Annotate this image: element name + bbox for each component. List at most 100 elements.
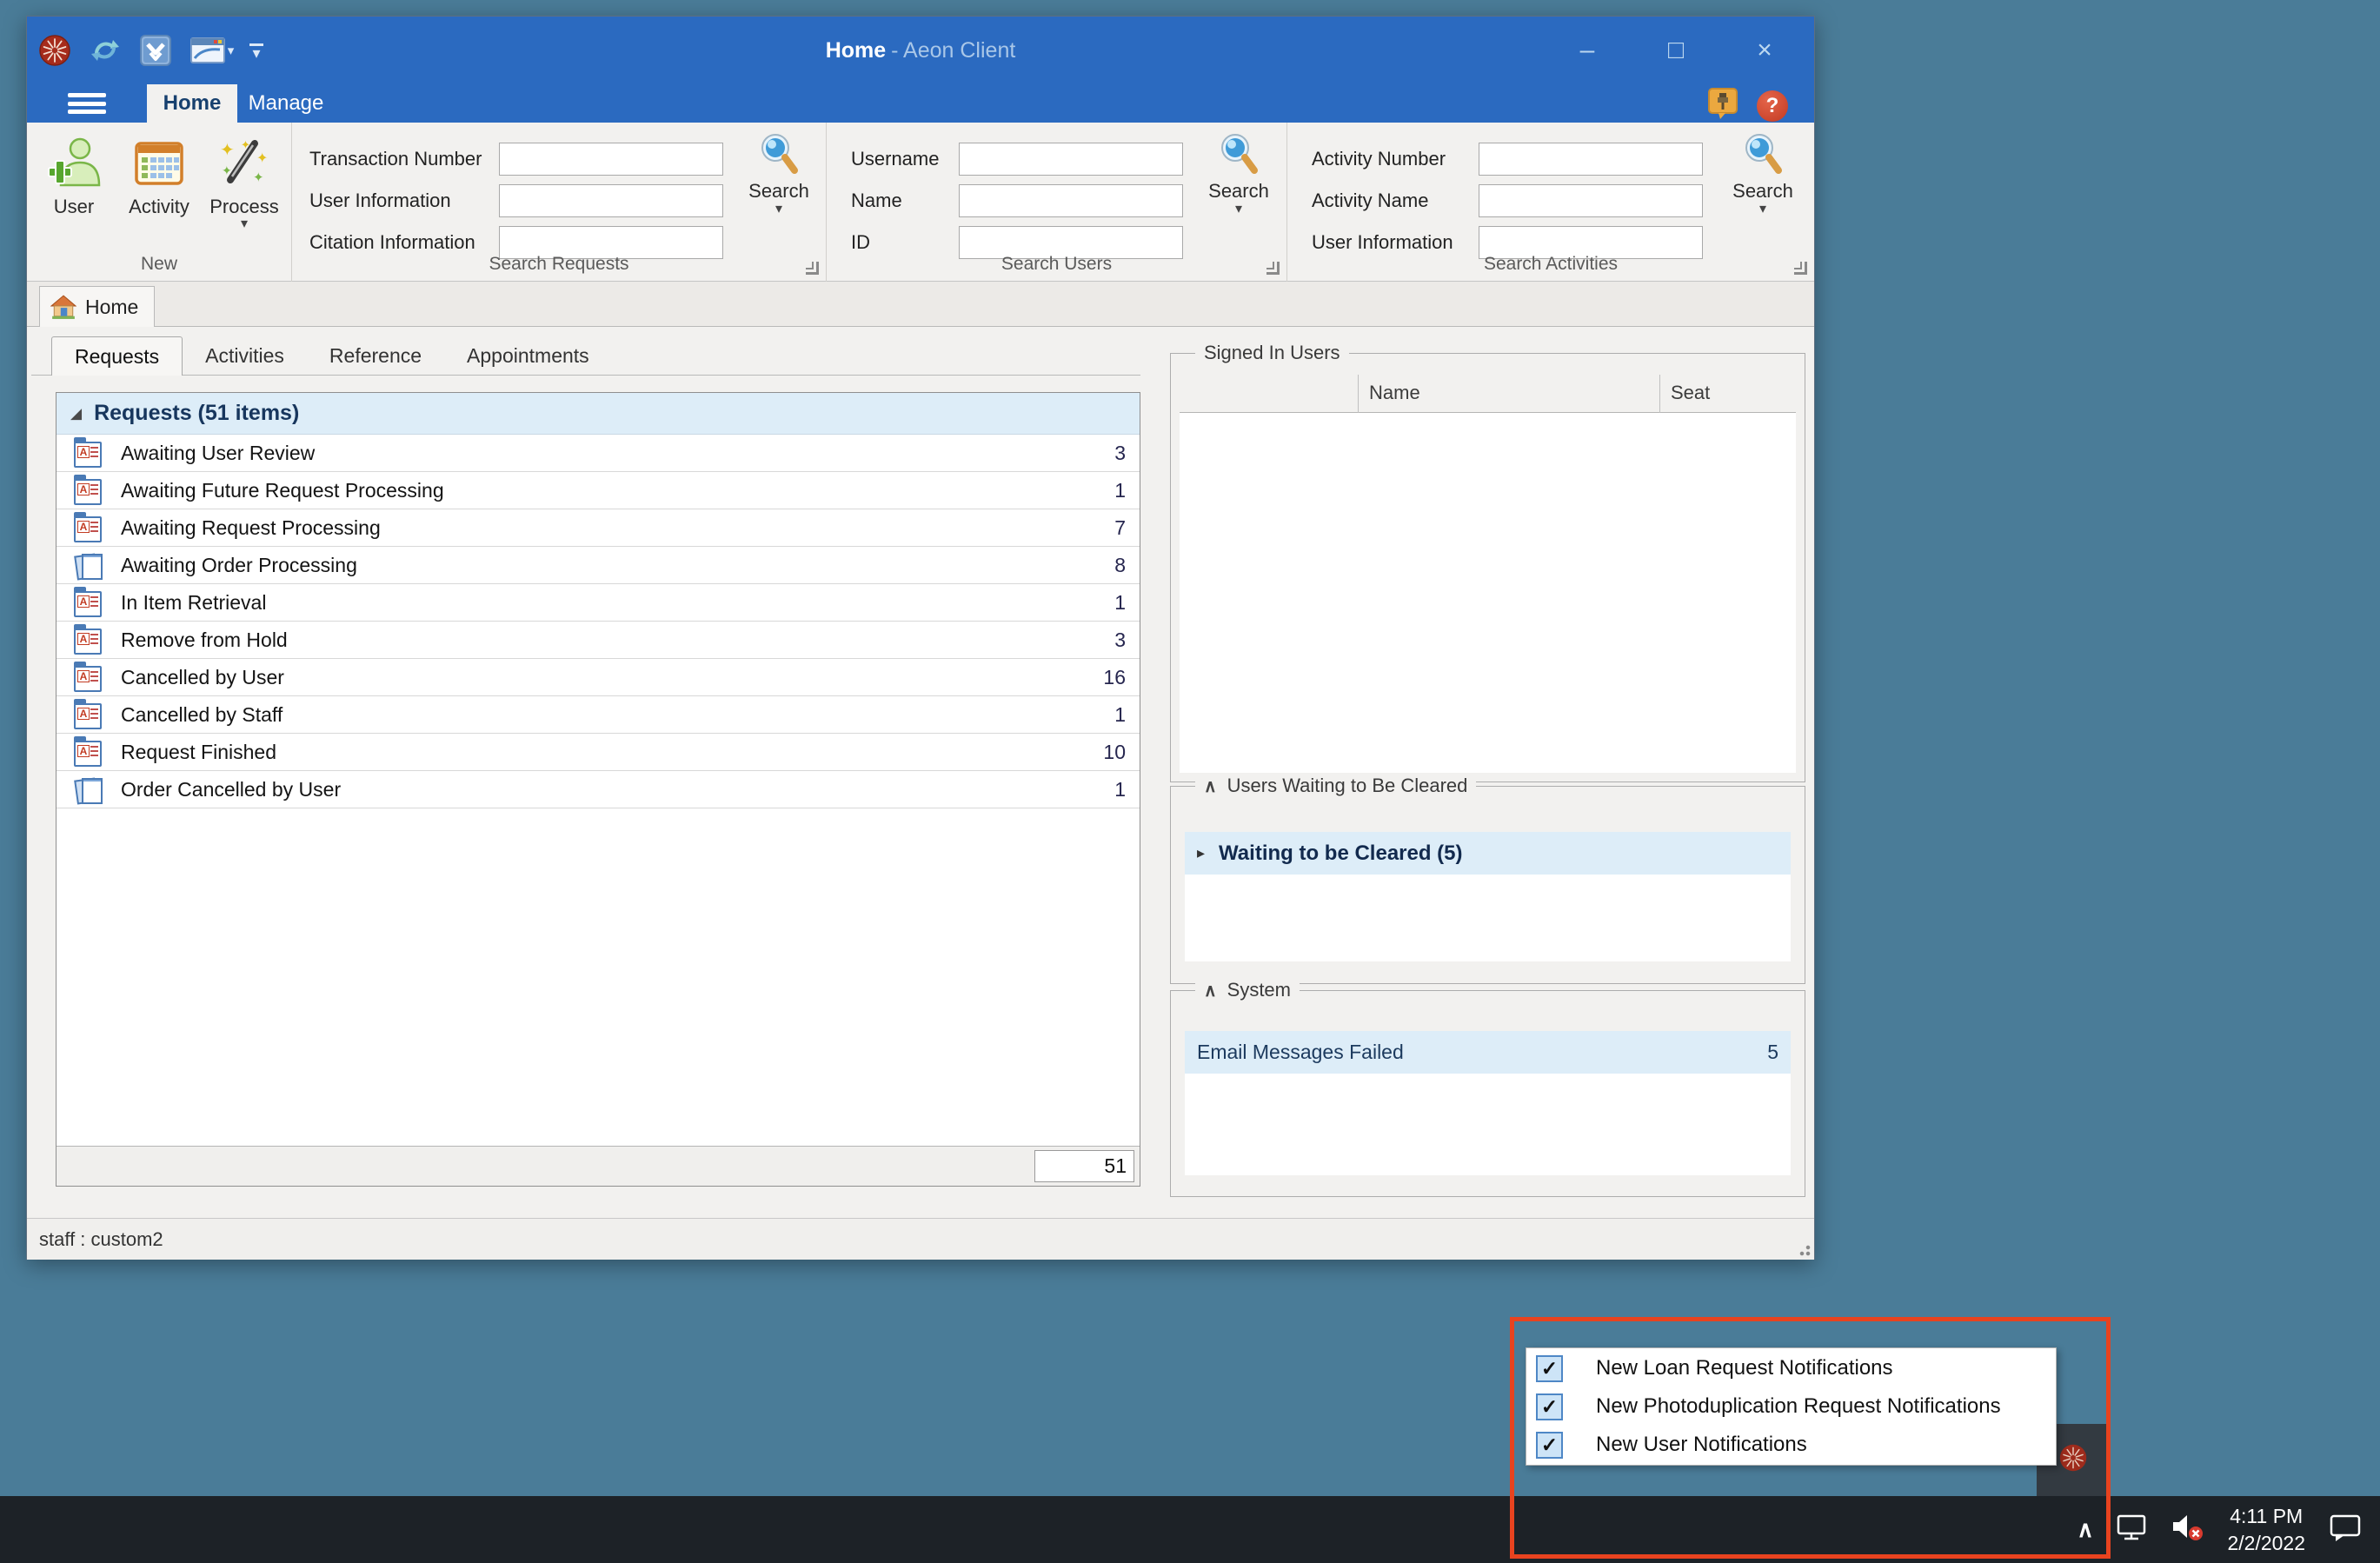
group-label-new: New (27, 254, 291, 280)
dialog-launcher-icon[interactable] (806, 262, 819, 275)
taskbar: ∧ 4:11 PM 2/2/2022 (0, 1496, 2380, 1563)
tray-overflow-chevron-icon[interactable]: ∧ (2077, 1516, 2093, 1543)
collapse-chevron-icon[interactable]: ∧ (1204, 980, 1217, 1001)
list-item[interactable]: A Awaiting User Review3 (57, 435, 1140, 472)
collapse-triangle-icon: ◢ (70, 405, 82, 422)
dropdown-arrow-icon: ▾ (228, 43, 235, 58)
checkbox-checked-icon[interactable]: ✓ (1536, 1432, 1563, 1459)
aeon-tray-icon[interactable] (2058, 1443, 2088, 1477)
tab-activities[interactable]: Activities (183, 336, 307, 376)
ribbon-tab-strip: Home Manage ? (27, 84, 1814, 123)
system-body (1185, 1074, 1791, 1175)
window-title: Home - Aeon Client (27, 17, 1814, 84)
system-panel: ∧ System Email Messages Failed 5 (1170, 990, 1805, 1197)
request-queue-icon: A (74, 703, 102, 729)
ribbon-tab-manage[interactable]: Manage (243, 84, 329, 123)
titlebar: ▾ ▾ Home - Aeon Client – □ × (27, 17, 1814, 84)
new-user-icon (47, 135, 101, 190)
aeon-logo-icon[interactable] (36, 31, 74, 70)
field-label: User Information (1312, 231, 1479, 254)
column-header-name[interactable]: Name (1369, 382, 1420, 404)
request-queue-icon: A (74, 666, 102, 692)
transaction-number-input[interactable] (499, 143, 723, 176)
help-icon[interactable]: ? (1757, 90, 1788, 122)
menu-item-new-photoduplication-request[interactable]: ✓ New Photoduplication Request Notificat… (1526, 1387, 2056, 1426)
tab-requests[interactable]: Requests (51, 336, 183, 376)
application-menu-icon[interactable] (68, 91, 106, 116)
new-process-button[interactable]: ✦ ✦ ✦ ✦ ✦ Process ▾ (204, 128, 284, 251)
quick-access-toolbar: ▾ ▾ (36, 17, 263, 84)
field-label: User Information (309, 190, 499, 212)
activity-name-input[interactable] (1479, 184, 1703, 217)
request-queue-icon: A (74, 442, 102, 468)
list-item[interactable]: A Awaiting Future Request Processing1 (57, 472, 1140, 509)
field-label: Transaction Number (309, 148, 499, 170)
column-header-seat[interactable]: Seat (1671, 382, 1710, 404)
username-input[interactable] (959, 143, 1183, 176)
checkbox-checked-icon[interactable]: ✓ (1536, 1393, 1563, 1420)
action-center-icon[interactable] (2328, 1512, 2363, 1547)
list-summary-footer: 51 (57, 1146, 1140, 1186)
resize-grip[interactable] (1797, 1242, 1811, 1256)
display-tray-icon[interactable] (2116, 1513, 2147, 1546)
menu-item-new-loan-request[interactable]: ✓ New Loan Request Notifications (1526, 1349, 2056, 1387)
search-activities-button[interactable]: Search ▾ (1718, 131, 1808, 253)
list-item[interactable]: A In Item Retrieval1 (57, 584, 1140, 622)
activity-number-input[interactable] (1479, 143, 1703, 176)
list-item[interactable]: A Cancelled by Staff1 (57, 696, 1140, 734)
list-item[interactable]: A Cancelled by User16 (57, 659, 1140, 696)
requests-group-header[interactable]: ◢ Requests (51 items) (57, 393, 1140, 435)
svg-text:✦: ✦ (241, 138, 250, 151)
requests-list: ◢ Requests (51 items) A Awaiting User Re… (56, 392, 1140, 1187)
ribbon-group-new: User Activity (27, 123, 292, 282)
request-queue-icon: A (74, 629, 102, 655)
new-activity-button[interactable]: Activity (119, 128, 199, 251)
user-information-input[interactable] (499, 184, 723, 217)
dialog-launcher-icon[interactable] (1794, 262, 1807, 275)
queue-icon[interactable] (136, 31, 175, 70)
list-item[interactable]: A Remove from Hold3 (57, 622, 1140, 659)
ribbon-tab-home[interactable]: Home (147, 84, 237, 123)
maximize-button[interactable]: □ (1651, 36, 1701, 65)
group-label-search-requests: Search Requests (292, 254, 826, 280)
list-item[interactable]: A Request Finished10 (57, 734, 1140, 771)
minimize-button[interactable]: – (1562, 36, 1612, 65)
signed-in-users-title: Signed In Users (1195, 342, 1349, 364)
menu-item-new-user[interactable]: ✓ New User Notifications (1526, 1426, 2056, 1464)
list-item[interactable]: Awaiting Order Processing8 (57, 547, 1140, 584)
email-failed-row[interactable]: Email Messages Failed 5 (1185, 1031, 1791, 1074)
list-item[interactable]: A Awaiting Request Processing7 (57, 509, 1140, 547)
collapse-chevron-icon[interactable]: ∧ (1204, 775, 1217, 797)
checkbox-checked-icon[interactable]: ✓ (1536, 1355, 1563, 1382)
dialog-launcher-icon[interactable] (1266, 262, 1280, 275)
close-button[interactable]: × (1739, 36, 1790, 65)
field-label: Activity Number (1312, 148, 1479, 170)
new-user-button[interactable]: User (34, 128, 114, 251)
waiting-group-row[interactable]: ▸ Waiting to be Cleared (5) (1185, 832, 1791, 875)
new-activity-icon (133, 135, 185, 190)
aeon-client-window: ▾ ▾ Home - Aeon Client – □ × Home Manage (26, 16, 1815, 1260)
pushpin-icon[interactable] (1708, 88, 1738, 123)
search-users-button[interactable]: Search ▾ (1193, 131, 1284, 253)
system-title: System (1227, 979, 1291, 1001)
search-icon (1742, 131, 1784, 176)
users-waiting-panel: ∧ Users Waiting to Be Cleared ▸ Waiting … (1170, 786, 1805, 984)
order-queue-icon (74, 775, 102, 803)
document-tab-home[interactable]: Home (39, 286, 155, 327)
customize-qat-icon[interactable]: ▾ (249, 43, 263, 57)
signed-in-users-body (1180, 413, 1796, 773)
sync-icon[interactable] (86, 31, 124, 70)
list-item[interactable]: Order Cancelled by User1 (57, 771, 1140, 808)
tab-reference[interactable]: Reference (307, 336, 444, 376)
search-requests-button[interactable]: Search ▾ (734, 131, 824, 253)
expand-triangle-icon: ▸ (1197, 844, 1205, 862)
search-icon (1218, 131, 1260, 176)
tab-appointments[interactable]: Appointments (444, 336, 612, 376)
volume-muted-icon[interactable] (2170, 1512, 2204, 1547)
window-layout-icon[interactable]: ▾ (187, 31, 237, 70)
field-label: Citation Information (309, 231, 499, 254)
ribbon-group-search-activities: Activity Number Activity Name User Infor… (1287, 123, 1814, 282)
taskbar-clock[interactable]: 4:11 PM 2/2/2022 (2227, 1503, 2305, 1557)
name-input[interactable] (959, 184, 1183, 217)
field-label: Name (851, 190, 959, 212)
